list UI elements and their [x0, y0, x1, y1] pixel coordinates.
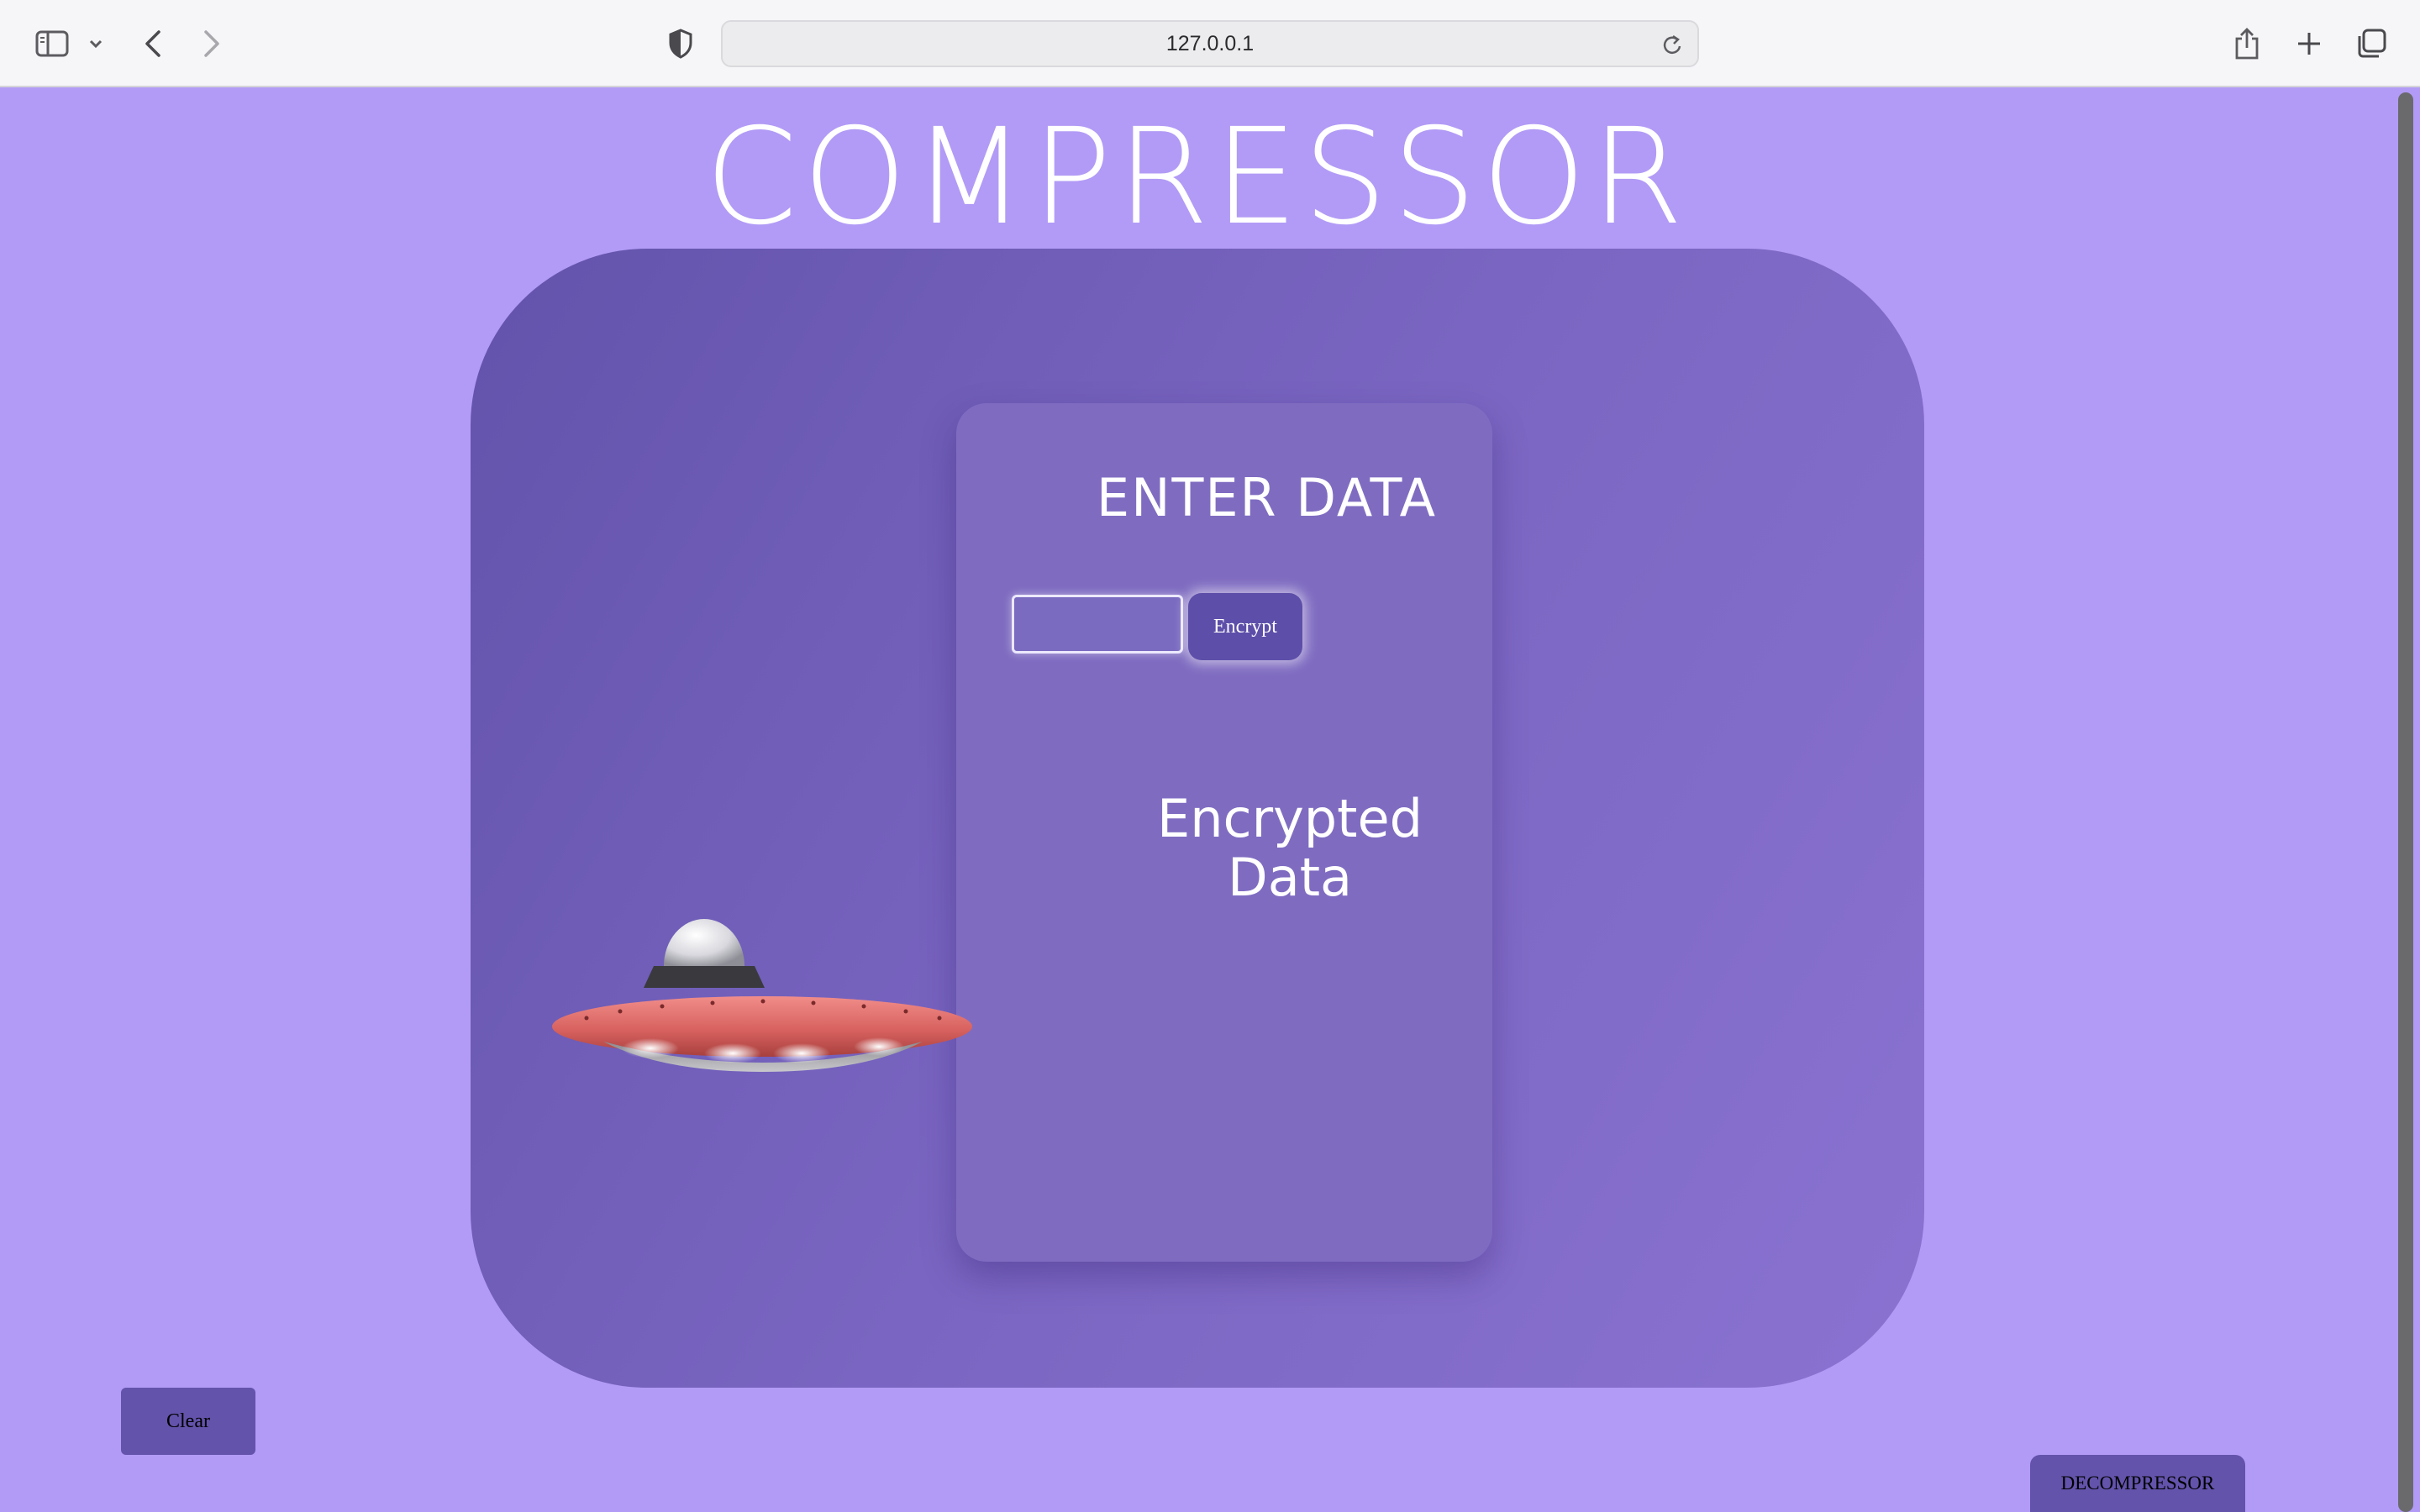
address-bar[interactable]: 127.0.0.1 — [721, 20, 1699, 67]
back-icon[interactable] — [138, 25, 168, 62]
url-text: 127.0.0.1 — [1165, 31, 1255, 55]
browser-toolbar: 127.0.0.1 — [0, 0, 2420, 87]
tab-overview-icon[interactable] — [2353, 25, 2390, 62]
page-title: COMPRESSOR — [704, 100, 1689, 255]
sidebar-icon[interactable] — [32, 25, 72, 62]
ufo-illustration — [552, 919, 972, 1072]
reload-icon[interactable] — [1662, 34, 1684, 57]
decompressor-button[interactable]: DECOMPRESSOR — [2030, 1455, 2245, 1512]
encrypted-data-label-line2: Data — [1227, 847, 1353, 908]
encrypted-data-label: Encrypted Data — [1126, 790, 1454, 907]
card-heading: ENTER DATA — [1096, 467, 1437, 528]
data-input[interactable] — [1012, 595, 1183, 654]
clear-button[interactable]: Clear — [121, 1388, 255, 1455]
new-tab-icon[interactable] — [2291, 25, 2328, 62]
encrypted-data-label-line1: Encrypted — [1157, 788, 1423, 849]
encrypt-button[interactable]: Encrypt — [1188, 593, 1302, 660]
chevron-down-icon[interactable] — [84, 32, 108, 55]
privacy-shield-icon[interactable] — [664, 25, 697, 62]
scrollbar-thumb[interactable] — [2398, 92, 2413, 1512]
forward-icon[interactable] — [197, 25, 227, 62]
share-icon[interactable] — [2228, 24, 2265, 64]
